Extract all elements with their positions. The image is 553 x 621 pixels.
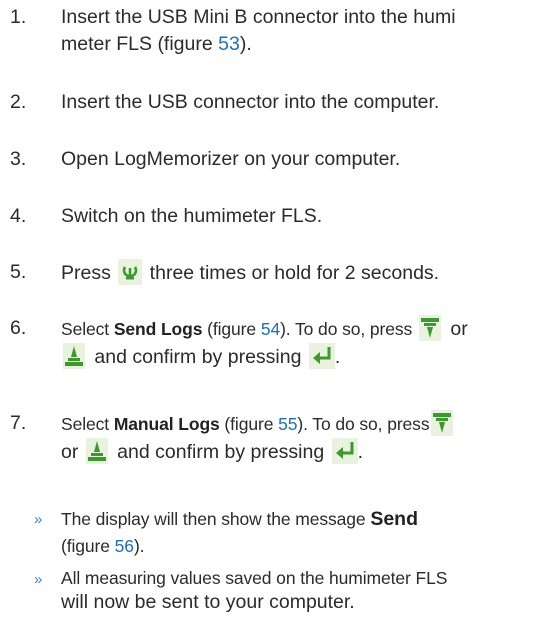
scroll-down-icon [418, 315, 443, 341]
step-number: 4. [10, 205, 27, 227]
step-text: Switch on the humimeter FLS. [61, 205, 323, 227]
step-text: Insert the USB connector into the comput… [61, 91, 440, 113]
step-text: Insert the USB Mini B connector into the… [61, 6, 456, 55]
result-text: The display will then show the message S… [61, 508, 419, 556]
step-number: 1. [10, 6, 27, 28]
step-number: 5. [10, 261, 27, 283]
step-number: 6. [10, 317, 27, 339]
figure-link[interactable]: 55 [278, 414, 297, 434]
bullet-icon: » [34, 511, 43, 528]
step-text: Select Send Logs (figure 54). To do so, … [61, 315, 547, 371]
step-text: Press three times or hold for 2 seconds. [61, 259, 547, 287]
step-text: Open LogMemorizer on your computer. [61, 148, 401, 170]
scroll-up-icon [63, 343, 87, 369]
figure-link[interactable]: 53 [218, 33, 240, 55]
scroll-up-icon [85, 438, 110, 464]
result-text: All measuring values saved on the humime… [61, 568, 448, 613]
enter-icon [331, 438, 358, 464]
figure-link[interactable]: 54 [261, 319, 280, 339]
step-text: Select Manual Logs (figure 55). To do so… [61, 410, 547, 466]
step-number: 3. [10, 148, 27, 170]
step-number: 7. [10, 412, 27, 434]
figure-link[interactable]: 56 [115, 536, 134, 556]
scroll-down-icon [431, 410, 455, 436]
step-number: 2. [10, 91, 27, 113]
power-refresh-icon [118, 259, 143, 285]
enter-icon [308, 343, 335, 369]
bullet-icon: » [34, 571, 43, 588]
